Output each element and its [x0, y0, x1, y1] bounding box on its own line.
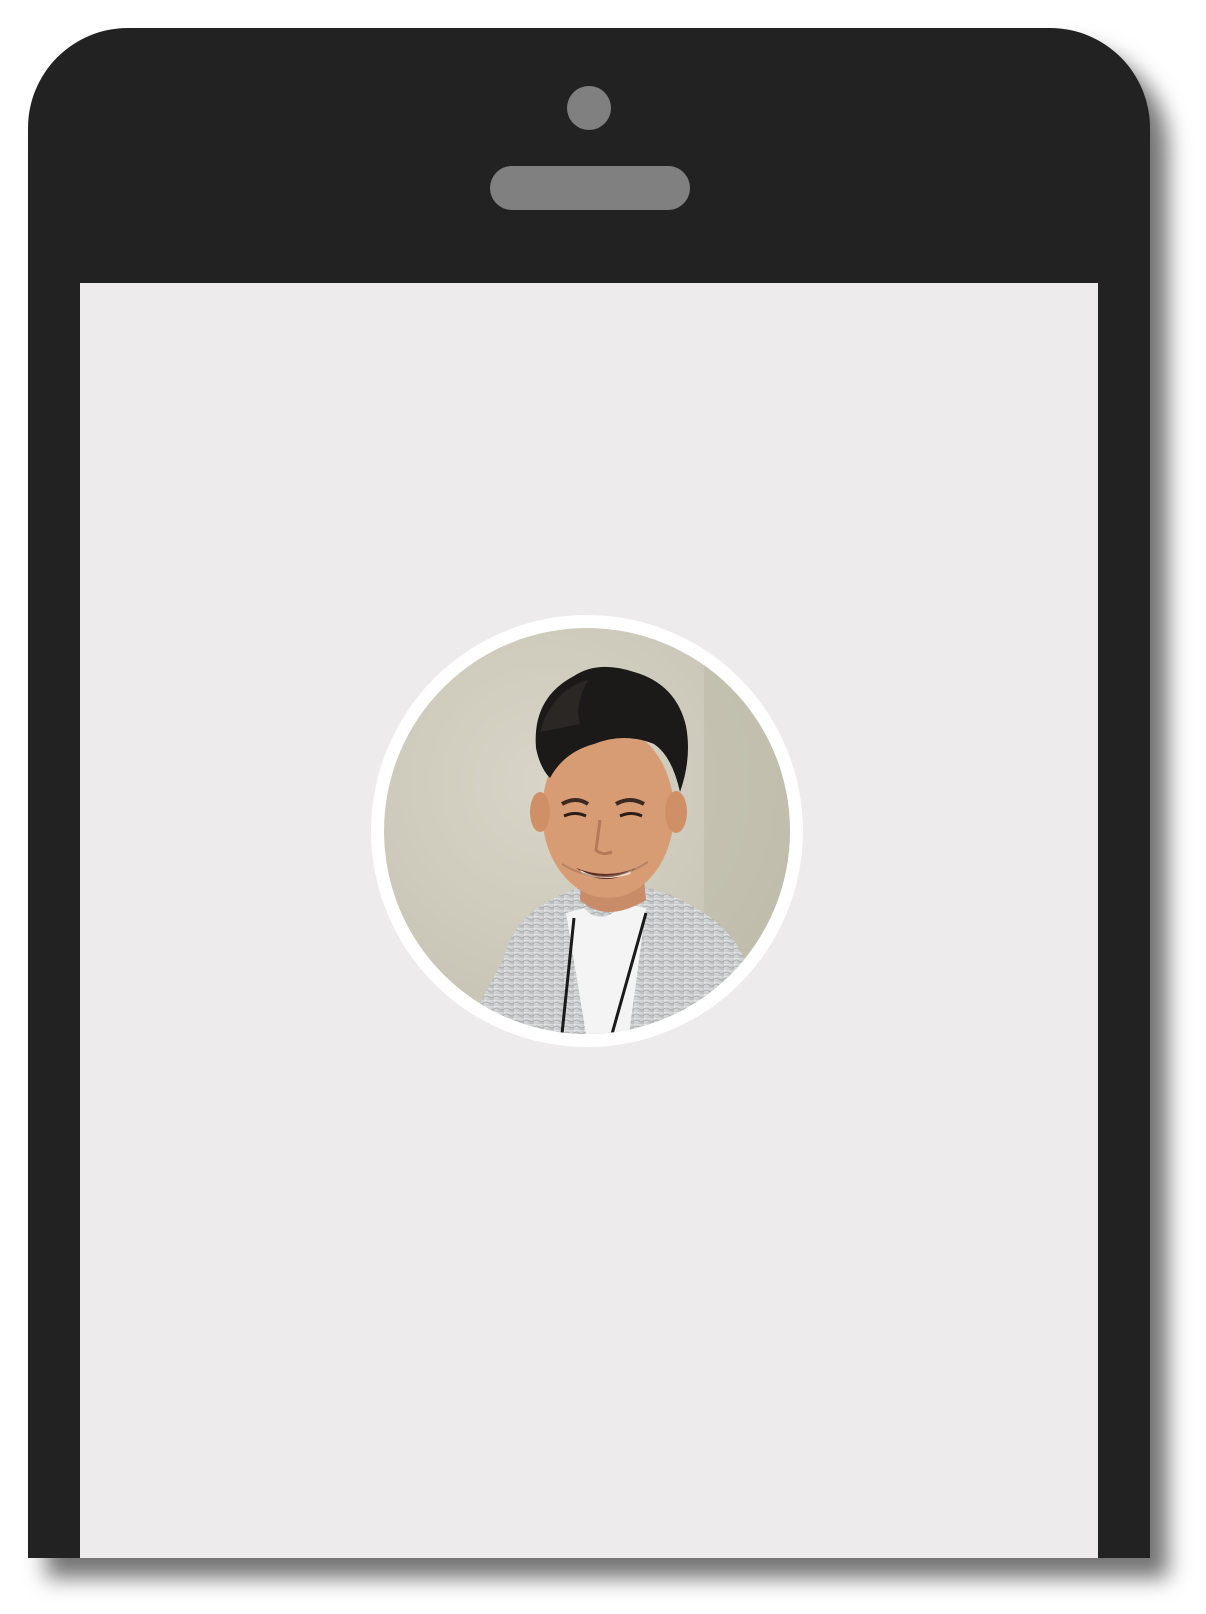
profile-avatar[interactable] [371, 615, 803, 1047]
avatar-photo [384, 628, 790, 1034]
phone-screen [80, 283, 1098, 1558]
phone-frame [28, 28, 1150, 1558]
camera-icon [567, 86, 611, 130]
page [0, 0, 1206, 1614]
speaker-icon [490, 166, 690, 210]
